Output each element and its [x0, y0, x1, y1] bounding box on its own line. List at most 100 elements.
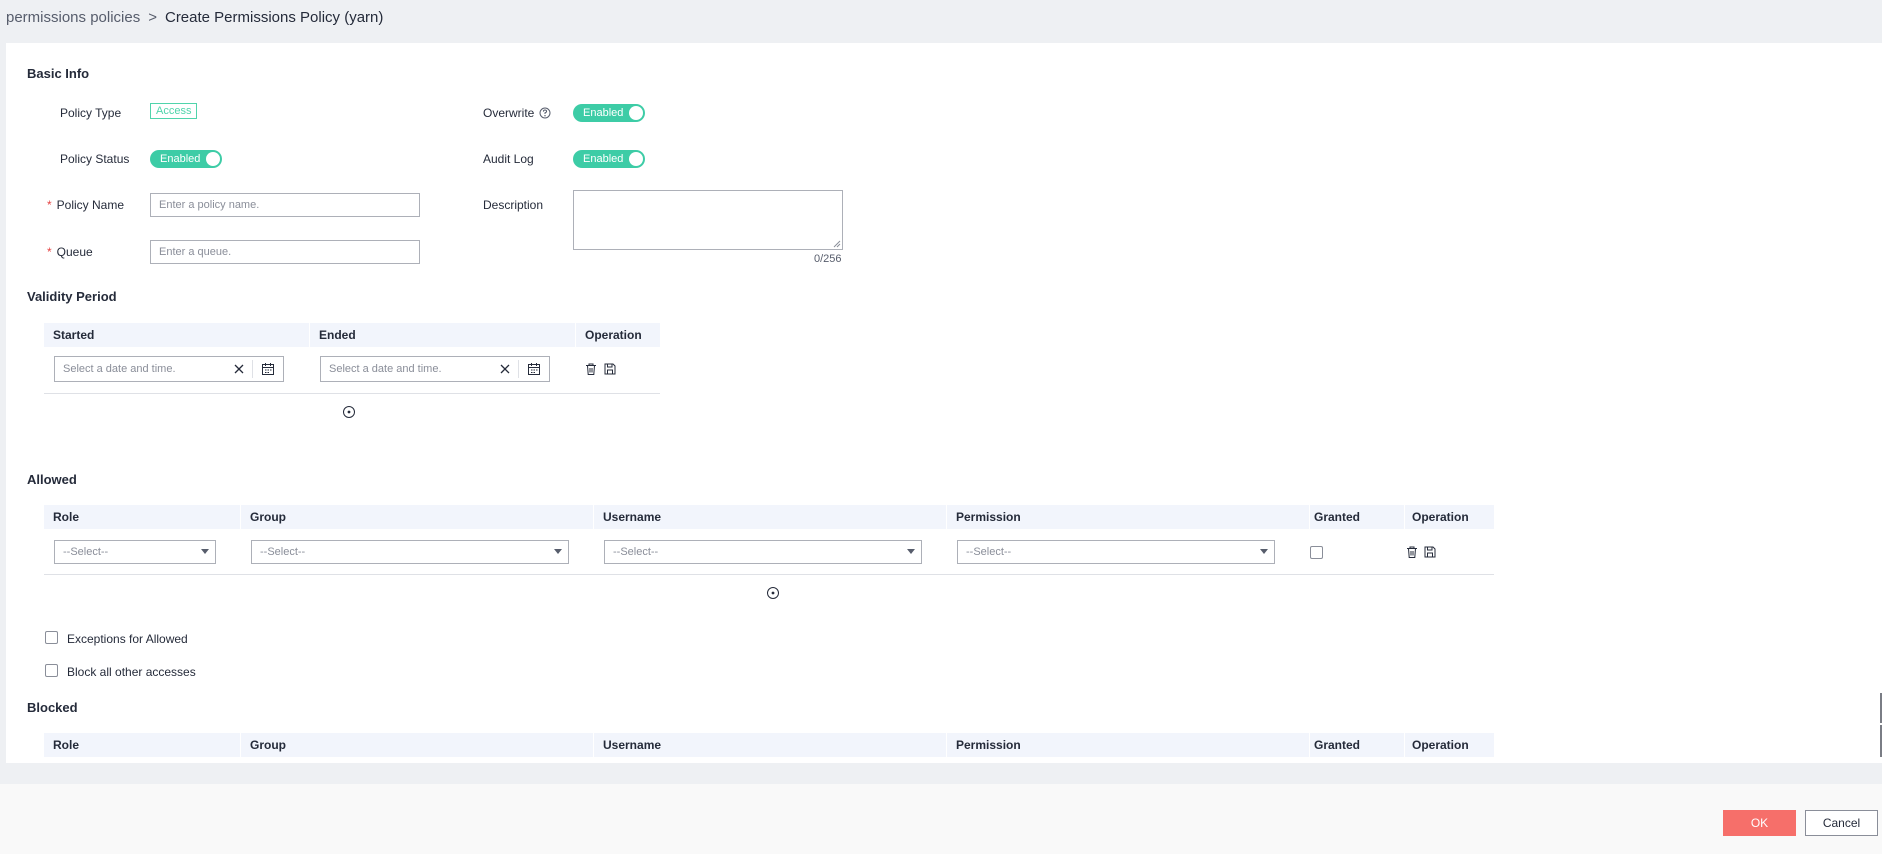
page-title: Create Permissions Policy (yarn) — [164, 9, 384, 26]
help-icon[interactable] — [539, 107, 551, 119]
allowed-title: Allowed — [27, 472, 77, 487]
audit-log-toggle-label: Enabled — [583, 153, 624, 165]
audit-log-label: Audit Log — [483, 152, 534, 166]
column-divider — [240, 733, 241, 757]
username-select-value: --Select-- — [613, 546, 659, 558]
policy-name-input[interactable]: Enter a policy name. — [150, 193, 420, 217]
save-icon[interactable] — [603, 362, 617, 376]
delete-icon[interactable] — [1405, 545, 1419, 559]
breadcrumb-separator: > — [148, 9, 157, 26]
cancel-button[interactable]: Cancel — [1805, 810, 1878, 836]
permission-select[interactable]: --Select-- — [957, 540, 1275, 564]
col-ended: Ended — [319, 328, 356, 342]
save-icon[interactable] — [1423, 545, 1437, 559]
queue-input[interactable]: Enter a queue. — [150, 240, 420, 264]
policy-type-tag: Access — [150, 103, 198, 119]
exceptions-for-allowed-label: Exceptions for Allowed — [67, 632, 188, 646]
end-datetime-placeholder: Select a date and time. — [329, 363, 442, 375]
queue-label-group: * Queue — [47, 245, 93, 259]
col-group: Group — [250, 738, 286, 752]
col-operation: Operation — [1412, 510, 1469, 524]
description-char-counter: 0/256 — [814, 253, 842, 265]
validity-period-title: Validity Period — [27, 289, 117, 304]
role-select-value: --Select-- — [63, 546, 109, 558]
end-datetime-picker[interactable]: Select a date and time. — [320, 356, 550, 382]
clear-icon[interactable] — [497, 361, 513, 377]
dropdown-arrow-icon — [1260, 549, 1268, 554]
col-granted: Granted — [1314, 510, 1361, 524]
group-select-value: --Select-- — [260, 546, 306, 558]
footer-bar: OK Cancel — [0, 784, 1882, 854]
overwrite-label: Overwrite — [483, 106, 535, 120]
add-row-icon[interactable] — [766, 586, 780, 600]
start-datetime-picker[interactable]: Select a date and time. — [54, 356, 284, 382]
dropdown-arrow-icon — [554, 549, 562, 554]
description-label: Description — [483, 198, 544, 212]
column-divider — [240, 505, 241, 529]
toggle-knob — [629, 152, 643, 166]
exceptions-for-allowed-checkbox[interactable] — [45, 631, 58, 644]
policy-type-label: Policy Type — [60, 106, 122, 120]
resize-handle-icon[interactable] — [833, 240, 841, 248]
column-divider — [593, 733, 594, 757]
toggle-knob — [206, 152, 220, 166]
group-select[interactable]: --Select-- — [251, 540, 569, 564]
overwrite-toggle[interactable]: Enabled — [573, 104, 645, 122]
start-datetime-placeholder: Select a date and time. — [63, 363, 176, 375]
basic-info-title: Basic Info — [27, 66, 90, 81]
dropdown-arrow-icon — [201, 549, 209, 554]
breadcrumb: permissions policies > Create Permission… — [6, 9, 383, 26]
permission-select-value: --Select-- — [966, 546, 1012, 558]
col-permission: Permission — [956, 738, 1021, 752]
required-mark: * — [47, 245, 52, 259]
calendar-icon[interactable] — [261, 362, 275, 376]
col-granted: Granted — [1314, 738, 1361, 752]
col-username: Username — [603, 510, 662, 524]
breadcrumb-permissions-policies-link[interactable]: permissions policies — [6, 9, 140, 26]
overwrite-toggle-label: Enabled — [583, 107, 624, 119]
row-divider — [44, 393, 660, 394]
picker-divider — [252, 360, 253, 378]
granted-checkbox[interactable] — [1310, 546, 1323, 559]
column-divider — [946, 733, 947, 757]
dropdown-arrow-icon — [907, 549, 915, 554]
policy-status-toggle[interactable]: Enabled — [150, 150, 222, 168]
column-divider — [593, 505, 594, 529]
column-divider — [1309, 733, 1310, 757]
column-divider — [309, 323, 310, 347]
add-row-icon[interactable] — [342, 405, 356, 419]
blocked-title: Blocked — [27, 700, 78, 715]
col-role: Role — [53, 510, 80, 524]
column-divider — [1404, 733, 1405, 757]
column-divider — [946, 505, 947, 529]
calendar-icon[interactable] — [527, 362, 541, 376]
audit-log-toggle[interactable]: Enabled — [573, 150, 645, 168]
policy-status-toggle-label: Enabled — [160, 153, 201, 165]
validity-table-header: Started Ended Operation — [44, 323, 660, 347]
clear-icon[interactable] — [231, 361, 247, 377]
column-divider — [1309, 505, 1310, 529]
block-all-other-accesses-label: Block all other accesses — [67, 665, 196, 679]
policy-name-label-group: * Policy Name — [47, 198, 124, 212]
queue-label: Queue — [56, 245, 93, 259]
row-divider — [44, 574, 1494, 575]
column-divider — [575, 323, 576, 347]
ok-button[interactable]: OK — [1723, 810, 1796, 836]
col-group: Group — [250, 510, 286, 524]
col-role: Role — [53, 738, 80, 752]
username-select[interactable]: --Select-- — [604, 540, 922, 564]
policy-name-label: Policy Name — [56, 198, 125, 212]
col-username: Username — [603, 738, 662, 752]
description-textarea[interactable] — [573, 190, 843, 250]
col-operation: Operation — [585, 328, 642, 342]
delete-icon[interactable] — [584, 362, 598, 376]
policy-status-label: Policy Status — [60, 152, 130, 166]
allowed-table-header: Role Group Username Permission Granted O… — [44, 505, 1494, 529]
picker-divider — [518, 360, 519, 378]
col-operation: Operation — [1412, 738, 1469, 752]
role-select[interactable]: --Select-- — [54, 540, 216, 564]
toggle-knob — [629, 106, 643, 120]
block-all-other-accesses-checkbox[interactable] — [45, 664, 58, 677]
col-permission: Permission — [956, 510, 1021, 524]
required-mark: * — [47, 198, 52, 212]
